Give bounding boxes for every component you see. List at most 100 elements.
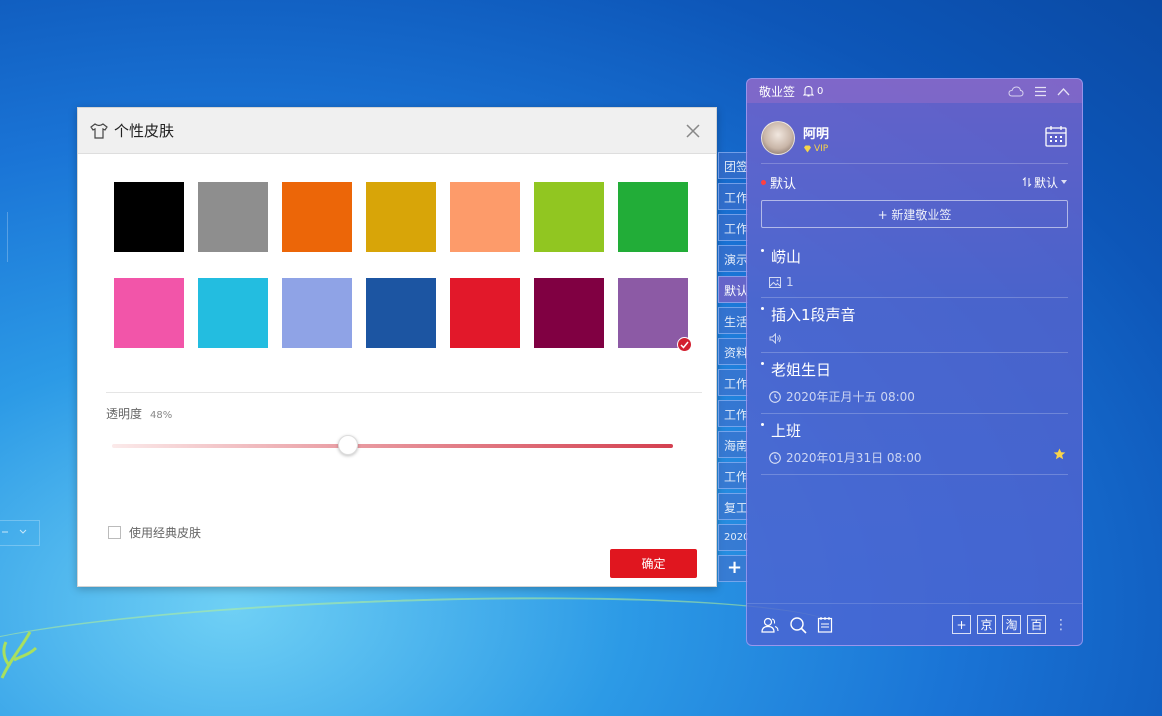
classic-skin-option[interactable]: 使用经典皮肤 — [108, 524, 201, 541]
opacity-row: 透明度 48% — [106, 405, 172, 422]
note-app-window: 敬业签 0 阿明 VIP 默认 默认 + 新建敬业签 崂山 1 插入1段声音 老… — [746, 78, 1083, 646]
user-name: 阿明 — [803, 126, 830, 142]
chevron-down-icon — [1060, 179, 1068, 185]
search-icon[interactable] — [789, 616, 807, 634]
reminder-count: 0 — [817, 85, 824, 97]
category-tab[interactable]: 2020 — [718, 524, 748, 551]
note-meta-text: 2020年01月31日 08:00 — [786, 451, 922, 465]
menu-icon[interactable] — [1034, 86, 1047, 97]
category-tab[interactable]: 工作 — [718, 400, 748, 427]
opacity-value: 48% — [150, 410, 173, 421]
note-title: 老姐生日 — [761, 359, 1068, 380]
group-indicator-dot — [761, 179, 766, 185]
app-name: 敬业签 — [759, 84, 796, 99]
ok-button[interactable]: 确定 — [610, 549, 697, 578]
diamond-icon — [803, 145, 812, 153]
note-list: 崂山 1 插入1段声音 老姐生日 2020年正月十五 08:00 上班 2020年01月31… — [747, 240, 1082, 475]
category-tab[interactable]: 演示 — [718, 245, 748, 272]
category-tab[interactable]: 工作 — [718, 183, 748, 210]
category-tab[interactable]: 工作 — [718, 369, 748, 396]
notepad-icon[interactable] — [817, 616, 833, 633]
wallpaper-streak — [0, 584, 842, 706]
color-swatch[interactable] — [282, 182, 352, 252]
new-note-button[interactable]: + 新建敬业签 — [761, 200, 1068, 228]
classic-skin-label: 使用经典皮肤 — [129, 526, 202, 540]
note-meta: 2020年正月十五 08:00 — [761, 388, 1068, 405]
note-meta-text: 2020年正月十五 08:00 — [786, 390, 915, 404]
sort-icon — [1022, 177, 1032, 187]
bell-icon — [803, 85, 815, 97]
note-meta-text: 1 — [786, 275, 794, 289]
shortcut-button[interactable]: + — [952, 615, 971, 634]
category-tab[interactable]: 工作 — [718, 214, 748, 241]
note-title: 上班 — [761, 420, 1068, 441]
category-tab[interactable]: 生活 — [718, 307, 748, 334]
bottom-toolbar-right: + 京淘百 ⋮ — [952, 615, 1068, 634]
shortcut-button[interactable]: 淘 — [1002, 615, 1021, 634]
category-tab[interactable]: 默认 — [718, 276, 748, 303]
color-swatch[interactable] — [114, 278, 184, 348]
image-icon — [769, 276, 781, 288]
note-title: 崂山 — [761, 246, 1068, 267]
note-title: 插入1段声音 — [761, 304, 1068, 325]
clock-icon — [769, 390, 781, 403]
vip-badge[interactable]: VIP — [803, 144, 829, 154]
classic-skin-checkbox[interactable] — [108, 526, 121, 539]
divider — [106, 392, 702, 393]
sort-dropdown[interactable]: 默认 — [1022, 174, 1068, 191]
reminder-indicator[interactable]: 0 — [803, 85, 823, 97]
color-swatch[interactable] — [450, 182, 520, 252]
more-icon[interactable]: ⋮ — [1054, 617, 1068, 633]
calendar-icon[interactable] — [1044, 124, 1068, 152]
category-tab[interactable]: 团签 — [718, 152, 748, 179]
category-tab-strip: 团签 工作 工作 演示 默认 生活 资料 工作 工作 海南 工作 复工 2020 + — [718, 152, 748, 586]
category-tab[interactable]: 资料 — [718, 338, 748, 365]
color-swatch[interactable] — [534, 182, 604, 252]
color-swatch[interactable] — [534, 278, 604, 348]
bottom-toolbar-left — [761, 616, 833, 634]
note-item[interactable]: 老姐生日 2020年正月十五 08:00 — [761, 353, 1068, 414]
bottom-toolbar: + 京淘百 ⋮ — [747, 603, 1082, 645]
vip-label: VIP — [814, 143, 829, 154]
shortcut-button[interactable]: 百 — [1027, 615, 1046, 634]
color-swatch[interactable] — [618, 182, 688, 252]
group-row: 默认 默认 — [747, 164, 1082, 200]
note-meta — [761, 333, 1068, 344]
cloud-sync-icon[interactable] — [1008, 85, 1024, 97]
color-swatch[interactable] — [198, 182, 268, 252]
opacity-slider[interactable] — [112, 435, 673, 455]
close-icon[interactable] — [682, 120, 704, 142]
dialog-header: 个性皮肤 — [78, 108, 716, 154]
note-item[interactable]: 插入1段声音 — [761, 298, 1068, 353]
color-swatch[interactable] — [618, 278, 692, 352]
app-titlebar: 敬业签 0 — [747, 79, 1082, 103]
color-swatch[interactable] — [282, 278, 352, 348]
group-name: 默认 — [770, 176, 797, 192]
color-swatch[interactable] — [198, 278, 268, 348]
wallpaper-edge — [0, 212, 8, 262]
avatar[interactable] — [761, 121, 795, 155]
add-category-button[interactable]: + — [718, 555, 748, 582]
wallpaper-leaf — [0, 631, 38, 679]
collapse-icon[interactable] — [1057, 87, 1070, 96]
note-meta: 2020年01月31日 08:00 — [761, 449, 1068, 466]
desktop-taskbar-fragment — [0, 520, 40, 546]
dialog-title: 个性皮肤 — [114, 122, 175, 140]
category-tab[interactable]: 工作 — [718, 462, 748, 489]
color-swatch[interactable] — [366, 278, 436, 348]
star-icon[interactable] — [1053, 445, 1066, 464]
note-item[interactable]: 上班 2020年01月31日 08:00 — [761, 414, 1068, 475]
category-tab[interactable]: 海南 — [718, 431, 748, 458]
swatch-grid — [114, 182, 692, 352]
color-swatch[interactable] — [114, 182, 184, 252]
contacts-icon[interactable] — [761, 616, 779, 634]
slider-thumb[interactable] — [337, 435, 358, 455]
clock-icon — [769, 451, 781, 464]
category-tab[interactable]: 复工 — [718, 493, 748, 520]
shortcut-button[interactable]: 京 — [977, 615, 996, 634]
note-item[interactable]: 崂山 1 — [761, 240, 1068, 298]
color-swatch[interactable] — [450, 278, 520, 348]
opacity-label: 透明度 — [106, 407, 143, 421]
color-swatch[interactable] — [366, 182, 436, 252]
user-profile: 阿明 VIP — [747, 103, 1082, 163]
